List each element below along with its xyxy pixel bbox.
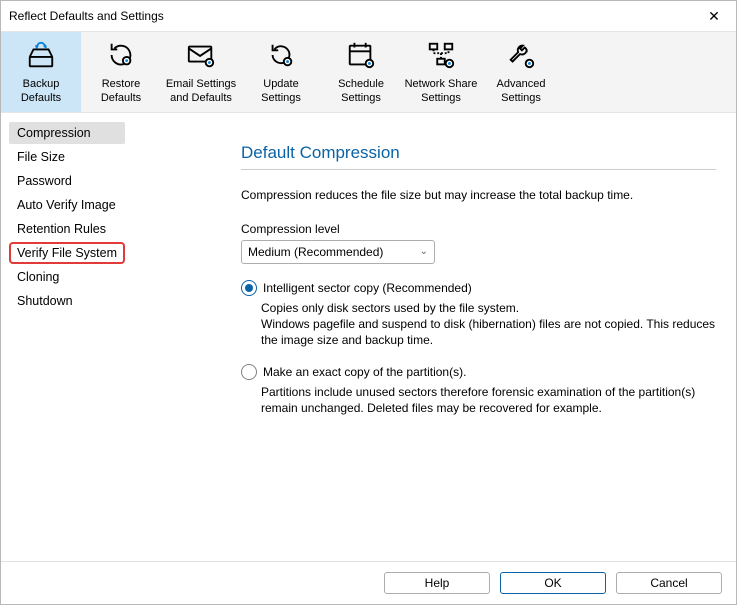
toolbar-label: Defaults bbox=[1, 92, 81, 106]
cancel-button[interactable]: Cancel bbox=[616, 572, 722, 594]
toolbar-label: Settings bbox=[481, 92, 561, 106]
radio-label: Intelligent sector copy (Recommended) bbox=[263, 281, 472, 295]
envelope-gear-icon bbox=[186, 40, 216, 75]
ok-button[interactable]: OK bbox=[500, 572, 606, 594]
network-gear-icon bbox=[426, 40, 456, 75]
radio-exact-copy-input[interactable] bbox=[241, 364, 257, 380]
radio-description: Partitions include unused sectors theref… bbox=[261, 384, 716, 416]
toolbar-backup-defaults[interactable]: Backup Defaults bbox=[1, 32, 81, 112]
close-icon: ✕ bbox=[708, 8, 720, 25]
sidebar: Compression File Size Password Auto Veri… bbox=[1, 113, 241, 562]
compression-level-select[interactable]: Medium (Recommended) ⌄ bbox=[241, 240, 435, 264]
settings-dialog: Reflect Defaults and Settings ✕ Backup D… bbox=[0, 0, 737, 605]
sidebar-item-verify-file-system[interactable]: Verify File System bbox=[9, 242, 125, 264]
sidebar-item-password[interactable]: Password bbox=[9, 170, 125, 192]
close-button[interactable]: ✕ bbox=[692, 1, 736, 31]
toolbar-label: Email Settings bbox=[161, 78, 241, 92]
sidebar-item-shutdown[interactable]: Shutdown bbox=[9, 290, 125, 312]
intro-text: Compression reduces the file size but ma… bbox=[241, 188, 716, 202]
titlebar: Reflect Defaults and Settings ✕ bbox=[1, 1, 736, 31]
dialog-body: Compression File Size Password Auto Veri… bbox=[1, 113, 736, 562]
refresh-gear-icon bbox=[106, 40, 136, 75]
drive-refresh-icon bbox=[26, 40, 56, 75]
toolbar-label: Settings bbox=[321, 92, 401, 106]
toolbar-label: and Defaults bbox=[161, 92, 241, 106]
toolbar-schedule-settings[interactable]: Schedule Settings bbox=[321, 32, 401, 112]
footer: Help OK Cancel bbox=[1, 561, 736, 604]
toolbar-label: Settings bbox=[241, 92, 321, 106]
toolbar-label: Restore bbox=[81, 78, 161, 92]
sidebar-item-retention-rules[interactable]: Retention Rules bbox=[9, 218, 125, 240]
compression-level-label: Compression level bbox=[241, 222, 716, 236]
toolbar-label: Advanced bbox=[481, 78, 561, 92]
sidebar-item-file-size[interactable]: File Size bbox=[9, 146, 125, 168]
toolbar-update-settings[interactable]: Update Settings bbox=[241, 32, 321, 112]
toolbar-label: Defaults bbox=[81, 92, 161, 106]
radio-label: Make an exact copy of the partition(s). bbox=[263, 365, 466, 379]
page-title: Default Compression bbox=[241, 143, 716, 163]
radio-exact-copy: Make an exact copy of the partition(s). … bbox=[241, 364, 716, 416]
content-pane: Default Compression Compression reduces … bbox=[241, 113, 736, 562]
toolbar-label: Backup bbox=[1, 78, 81, 92]
toolbar-label: Update bbox=[241, 78, 321, 92]
divider bbox=[241, 169, 716, 170]
help-button[interactable]: Help bbox=[384, 572, 490, 594]
toolbar-label: Schedule bbox=[321, 78, 401, 92]
sidebar-item-compression[interactable]: Compression bbox=[9, 122, 125, 144]
calendar-gear-icon bbox=[346, 40, 376, 75]
select-value: Medium (Recommended) bbox=[248, 245, 383, 259]
refresh-arrow-gear-icon bbox=[266, 40, 296, 75]
toolbar-network-share[interactable]: Network Share Settings bbox=[401, 32, 481, 112]
toolbar-restore-defaults[interactable]: Restore Defaults bbox=[81, 32, 161, 112]
sidebar-item-cloning[interactable]: Cloning bbox=[9, 266, 125, 288]
toolbar-label: Settings bbox=[401, 92, 481, 106]
toolbar-advanced-settings[interactable]: Advanced Settings bbox=[481, 32, 561, 112]
toolbar: Backup Defaults Restore Defaults bbox=[1, 31, 736, 113]
chevron-down-icon: ⌄ bbox=[420, 246, 428, 257]
radio-intelligent-sector: Intelligent sector copy (Recommended) Co… bbox=[241, 280, 716, 349]
toolbar-label: Network Share bbox=[401, 78, 481, 92]
window-title: Reflect Defaults and Settings bbox=[9, 9, 164, 23]
wrench-gear-icon bbox=[506, 40, 536, 75]
toolbar-email-settings[interactable]: Email Settings and Defaults bbox=[161, 32, 241, 112]
radio-intelligent-sector-input[interactable] bbox=[241, 280, 257, 296]
radio-description: Copies only disk sectors used by the fil… bbox=[261, 300, 716, 349]
sidebar-item-auto-verify[interactable]: Auto Verify Image bbox=[9, 194, 125, 216]
